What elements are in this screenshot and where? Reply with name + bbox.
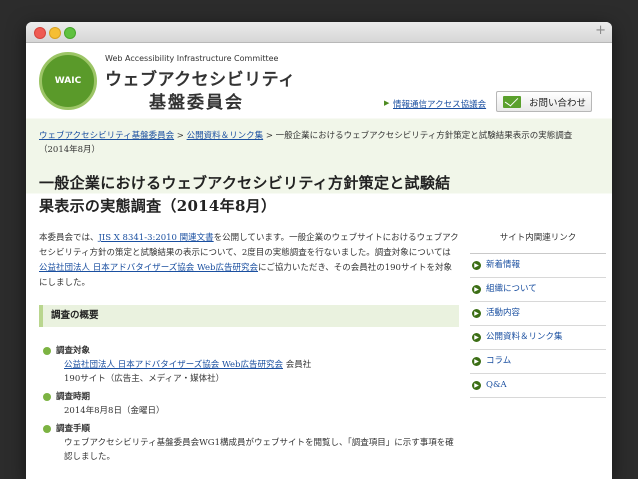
mail-icon [503, 95, 521, 108]
logo-english-name: Web Accessibility Infrastructure Committ… [105, 54, 279, 63]
contact-button-label: お問い合わせ [529, 97, 587, 109]
survey-target-label: 調査対象 [43, 344, 456, 358]
related-links-sidebar: サイト内関連リンク ▶ 新着情報 ▶ 組織について ▶ 活動内容 ▶ 公開資料＆リンク集… [470, 223, 606, 398]
sidebar-item-about[interactable]: ▶ 組織について [470, 278, 606, 302]
arrow-right-icon: ▶ [472, 381, 481, 390]
breadcrumb-separator: > [263, 131, 276, 141]
new-tab-plus-icon[interactable]: + [595, 23, 606, 38]
minimize-window-button[interactable] [49, 27, 61, 39]
intro-text-1: 本委員会では、 [39, 233, 99, 243]
window-titlebar: + [26, 22, 612, 43]
sidebar-item-activities[interactable]: ▶ 活動内容 [470, 302, 606, 326]
logo-japanese-name-line2: 基盤委員会 [149, 93, 244, 113]
survey-target-suffix: 会員社 [283, 360, 312, 370]
waic-logo-icon[interactable]: WAIC [39, 52, 97, 110]
site-header: WAIC Web Accessibility Infrastructure Co… [26, 43, 612, 119]
survey-target-count: 190サイト（広告主、メディア・媒体社） [64, 374, 225, 384]
sidebar-item-label: Q&A [486, 380, 507, 390]
arrow-right-icon: ▶ [384, 99, 390, 107]
arrow-right-icon: ▶ [472, 309, 481, 318]
breadcrumb: ウェブアクセシビリティ基盤委員会 > 公開資料＆リンク集 > 一般企業におけるウ… [39, 129, 599, 157]
sidebar-item-materials[interactable]: ▶ 公開資料＆リンク集 [470, 326, 606, 350]
page-title: 一般企業におけるウェブアクセシビリティ方針策定と試験結果表示の実態調査（2014… [39, 174, 451, 215]
arrow-right-icon: ▶ [472, 333, 481, 342]
arrow-right-icon: ▶ [472, 357, 481, 366]
web-page: WAIC Web Accessibility Infrastructure Co… [26, 43, 612, 479]
sidebar-item-column[interactable]: ▶ コラム [470, 350, 606, 374]
arrow-right-icon: ▶ [472, 261, 481, 270]
sidebar-item-qa[interactable]: ▶ Q&A [470, 374, 606, 398]
survey-period-label: 調査時期 [43, 390, 456, 404]
logo-japanese-name-line1: ウェブアクセシビリティ [105, 70, 296, 90]
contact-button[interactable]: お問い合わせ [496, 91, 592, 112]
survey-period-value: 2014年8月8日（金曜日） [64, 406, 165, 416]
breadcrumb-separator: > [174, 131, 187, 141]
close-window-button[interactable] [34, 27, 46, 39]
survey-method-label: 調査手順 [43, 422, 456, 436]
survey-method-value: ウェブアクセシビリティ基盤委員会WG1構成員がウェブサイトを閲覧し、「調査項目」… [64, 438, 454, 462]
sidebar-heading: サイト内関連リンク [470, 223, 606, 254]
jaa-web-research-link[interactable]: 公益社団法人 日本アドバタイザーズ協会 Web広告研究会 [39, 263, 258, 273]
browser-window: + WAIC Web Accessibility Infrastructure … [26, 22, 612, 479]
intro-paragraph: 本委員会では、JIS X 8341-3:2010 関連文書を公開しています。一般… [39, 231, 459, 291]
sidebar-item-label: 活動内容 [486, 308, 521, 318]
sidebar-item-news[interactable]: ▶ 新着情報 [470, 254, 606, 278]
survey-target-link[interactable]: 公益社団法人 日本アドバタイザーズ協会 Web広告研究会 [64, 360, 283, 370]
breadcrumb-home-link[interactable]: ウェブアクセシビリティ基盤委員会 [39, 131, 174, 141]
arrow-right-icon: ▶ [472, 285, 481, 294]
survey-details-list: 調査対象 公益社団法人 日本アドバタイザーズ協会 Web広告研究会 会員社 19… [43, 340, 456, 464]
sidebar-item-label: 公開資料＆リンク集 [486, 332, 563, 342]
sidebar-item-label: コラム [486, 356, 512, 366]
sidebar-item-label: 組織について [486, 284, 537, 294]
maximize-window-button[interactable] [64, 27, 76, 39]
logo-badge-text: WAIC [54, 76, 82, 86]
breadcrumb-materials-link[interactable]: 公開資料＆リンク集 [187, 131, 264, 141]
info-access-council-link[interactable]: 情報通信アクセス協議会 [393, 98, 486, 110]
jis-document-link[interactable]: JIS X 8341-3:2010 関連文書 [99, 233, 214, 243]
sidebar-item-label: 新着情報 [486, 260, 521, 270]
survey-overview-heading: 調査の概要 [39, 305, 459, 327]
survey-target-value: 公益社団法人 日本アドバタイザーズ協会 Web広告研究会 会員社 [56, 358, 456, 372]
